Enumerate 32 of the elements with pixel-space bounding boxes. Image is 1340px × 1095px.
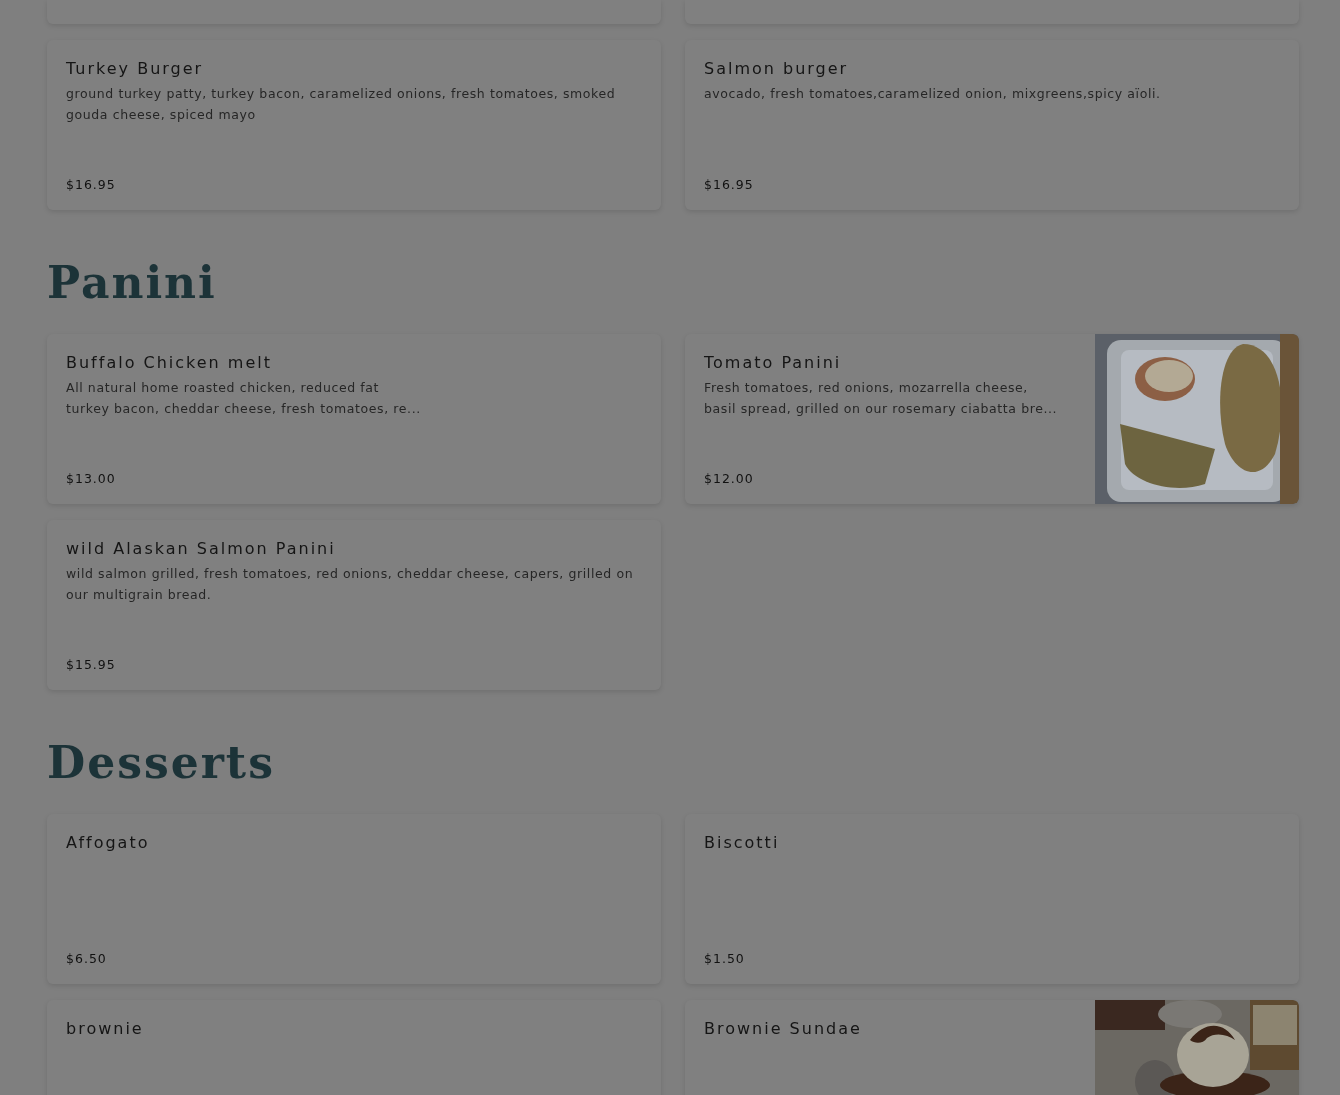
item-name: brownie <box>66 1019 145 1039</box>
item-description: All natural home roasted chicken, reduced fat turkey bacon, cheddar cheese, fresh tomatoes, re... <box>66 379 422 418</box>
section-heading: Panini <box>47 256 218 310</box>
item-name: Turkey Burger <box>66 59 205 79</box>
item-price: $16.95 <box>704 177 755 192</box>
item-name: Buffalo Chicken melt <box>66 353 273 373</box>
item-price: $1.50 <box>704 951 746 966</box>
item-price: $6.50 <box>66 951 108 966</box>
item-price: $16.95 <box>66 177 117 192</box>
menu-item-card[interactable]: Biscotti $1.50 <box>685 814 1299 984</box>
menu-item-card[interactable]: Tomato Panini Fresh tomatoes, red onions, mozarrella cheese, basil spread, grilled on our rosemary ciabatta bre... $12.00 <box>685 334 1299 504</box>
menu-item-card[interactable]: Turkey Burger ground turkey patty, turkey bacon, caramelized onions, fresh tomatoes, smoked gouda cheese, spiced mayo $16.95 <box>47 40 661 210</box>
item-description: wild salmon grilled, fresh tomatoes, red onions, cheddar cheese, capers, grilled on our multigrain bread. <box>66 565 635 604</box>
menu-item-card[interactable]: Affogato $6.50 <box>47 814 661 984</box>
menu-item-card[interactable]: brownie <box>47 1000 661 1095</box>
menu-item-card[interactable]: wild Alaskan Salmon Panini wild salmon grilled, fresh tomatoes, red onions, cheddar cheese, capers, grilled on our multigrain bread. $15.95 <box>47 520 661 690</box>
item-price: $12.00 <box>704 471 755 486</box>
menu-item-card[interactable]: Buffalo Chicken melt All natural home roasted chicken, reduced fat turkey bacon, cheddar cheese, fresh tomatoes, re... $13.00 <box>47 334 661 504</box>
item-description: ground turkey patty, turkey bacon, caramelized onions, fresh tomatoes, smoked gouda cheese, spiced mayo <box>66 85 617 124</box>
item-name: Salmon burger <box>704 59 850 79</box>
item-price: $13.00 <box>66 471 117 486</box>
section-heading: Desserts <box>47 736 276 790</box>
menu-item-card[interactable]: Salmon burger avocado, fresh tomatoes,caramelized onion, mixgreens,spicy aïoli. $16.95 <box>685 40 1299 210</box>
item-price: $15.95 <box>66 657 117 672</box>
item-name: Biscotti <box>704 833 781 853</box>
item-name: Tomato Panini <box>704 353 843 373</box>
item-name: Affogato <box>66 833 151 853</box>
item-description: Fresh tomatoes, red onions, mozarrella cheese, basil spread, grilled on our rosemary ciabatta bre... <box>704 379 1059 418</box>
item-name: wild Alaskan Salmon Panini <box>66 539 337 559</box>
item-name: Brownie Sundae <box>704 1019 863 1039</box>
item-description: avocado, fresh tomatoes,caramelized onion, mixgreens,spicy aïoli. <box>704 85 1162 103</box>
menu-item-card[interactable]: Brownie Sundae <box>685 1000 1299 1095</box>
